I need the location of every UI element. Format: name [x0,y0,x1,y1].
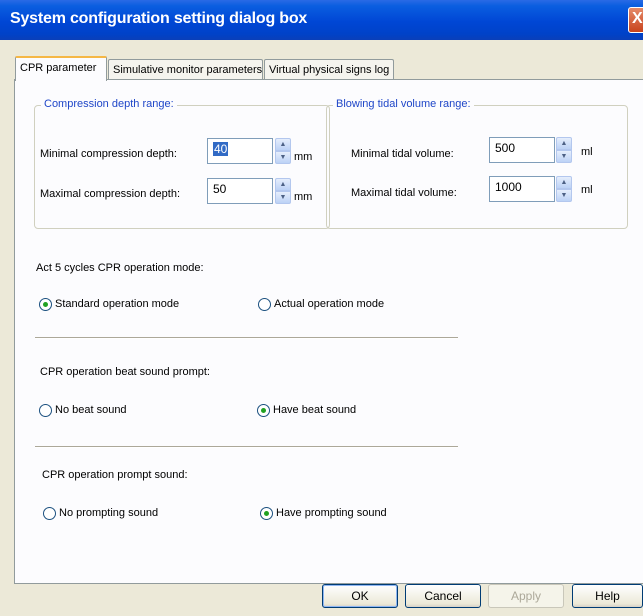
spin-up-icon[interactable]: ▲ [275,138,291,151]
no-beat-sound-label[interactable]: No beat sound [55,404,127,416]
apply-button-label: Apply [510,589,542,603]
standard-operation-mode-label[interactable]: Standard operation mode [55,298,179,310]
actual-operation-mode-radio[interactable] [258,298,271,311]
ml-unit-label: ml [581,146,593,158]
title-bar[interactable]: System configuration setting dialog box … [0,0,643,40]
spin-up-icon[interactable]: ▲ [275,178,291,191]
maximal-compression-depth-value: 50 [213,182,227,196]
minimal-tidal-volume-value: 500 [495,141,516,155]
window-title: System configuration setting dialog box [10,10,308,27]
spin-down-icon[interactable]: ▼ [275,151,291,164]
cancel-button-label: Cancel [424,589,462,603]
divider [35,446,458,448]
no-prompting-sound-radio[interactable] [43,507,56,520]
standard-operation-mode-radio[interactable] [39,298,52,311]
ok-button-label: OK [351,589,369,603]
have-beat-sound-radio[interactable] [257,404,270,417]
compression-depth-group-title: Compression depth range: [41,98,177,110]
spin-down-icon[interactable]: ▼ [556,150,572,163]
tab-simulative-monitor-parameters[interactable]: Simulative monitor parameters [108,59,263,81]
maximal-compression-depth-input[interactable]: 50 [207,178,273,204]
ok-button[interactable]: OK [322,584,398,608]
spin-up-icon[interactable]: ▲ [556,176,572,189]
cancel-button[interactable]: Cancel [405,584,481,608]
compression-depth-group: Compression depth range: [34,98,330,229]
spin-down-icon[interactable]: ▼ [275,191,291,204]
tab-label: Simulative monitor parameters [113,64,263,76]
maximal-compression-depth-label: Maximal compression depth: [40,188,181,200]
have-beat-sound-label[interactable]: Have beat sound [273,404,356,416]
minimal-tidal-volume-label: Minimal tidal volume: [351,148,454,160]
close-icon: X [632,10,643,27]
actual-operation-mode-label[interactable]: Actual operation mode [274,298,384,310]
mm-unit-label: mm [294,151,313,163]
mm-unit-label: mm [294,191,313,203]
tab-label: Virtual physical signs log [269,64,390,76]
minimal-tidal-volume-spinner[interactable]: ▲ ▼ [556,137,572,163]
maximal-tidal-volume-label: Maximal tidal volume: [351,187,457,199]
minimal-compression-depth-input[interactable]: 40 [207,138,273,164]
maximal-tidal-volume-spinner[interactable]: ▲ ▼ [556,176,572,202]
beat-sound-heading: CPR operation beat sound prompt: [40,366,210,378]
help-button[interactable]: Help [572,584,643,608]
prompt-sound-heading: CPR operation prompt sound: [42,469,188,481]
minimal-compression-depth-label: Minimal compression depth: [40,148,177,160]
divider [35,337,458,339]
maximal-tidal-volume-value: 1000 [495,180,522,194]
operation-mode-heading: Act 5 cycles CPR operation mode: [36,262,204,274]
apply-button[interactable]: Apply [488,584,564,608]
ml-unit-label: ml [581,184,593,196]
tidal-volume-group: Blowing tidal volume range: [326,98,628,229]
tab-label: CPR parameter [20,62,97,74]
spin-up-icon[interactable]: ▲ [556,137,572,150]
tab-virtual-physical-signs-log[interactable]: Virtual physical signs log [264,59,394,81]
close-button[interactable]: X [628,7,643,33]
minimal-compression-depth-spinner[interactable]: ▲ ▼ [275,138,291,164]
maximal-tidal-volume-input[interactable]: 1000 [489,176,555,202]
have-prompting-sound-label[interactable]: Have prompting sound [276,507,387,519]
help-button-label: Help [595,589,620,603]
tab-panel-cpr-parameter: Compression depth range: Minimal compres… [14,79,643,584]
tidal-volume-group-title: Blowing tidal volume range: [333,98,474,110]
minimal-tidal-volume-input[interactable]: 500 [489,137,555,163]
maximal-compression-depth-spinner[interactable]: ▲ ▼ [275,178,291,204]
spin-down-icon[interactable]: ▼ [556,189,572,202]
no-prompting-sound-label[interactable]: No prompting sound [59,507,158,519]
tab-cpr-parameter[interactable]: CPR parameter [15,56,107,81]
no-beat-sound-radio[interactable] [39,404,52,417]
have-prompting-sound-radio[interactable] [260,507,273,520]
minimal-compression-depth-value: 40 [213,142,229,156]
